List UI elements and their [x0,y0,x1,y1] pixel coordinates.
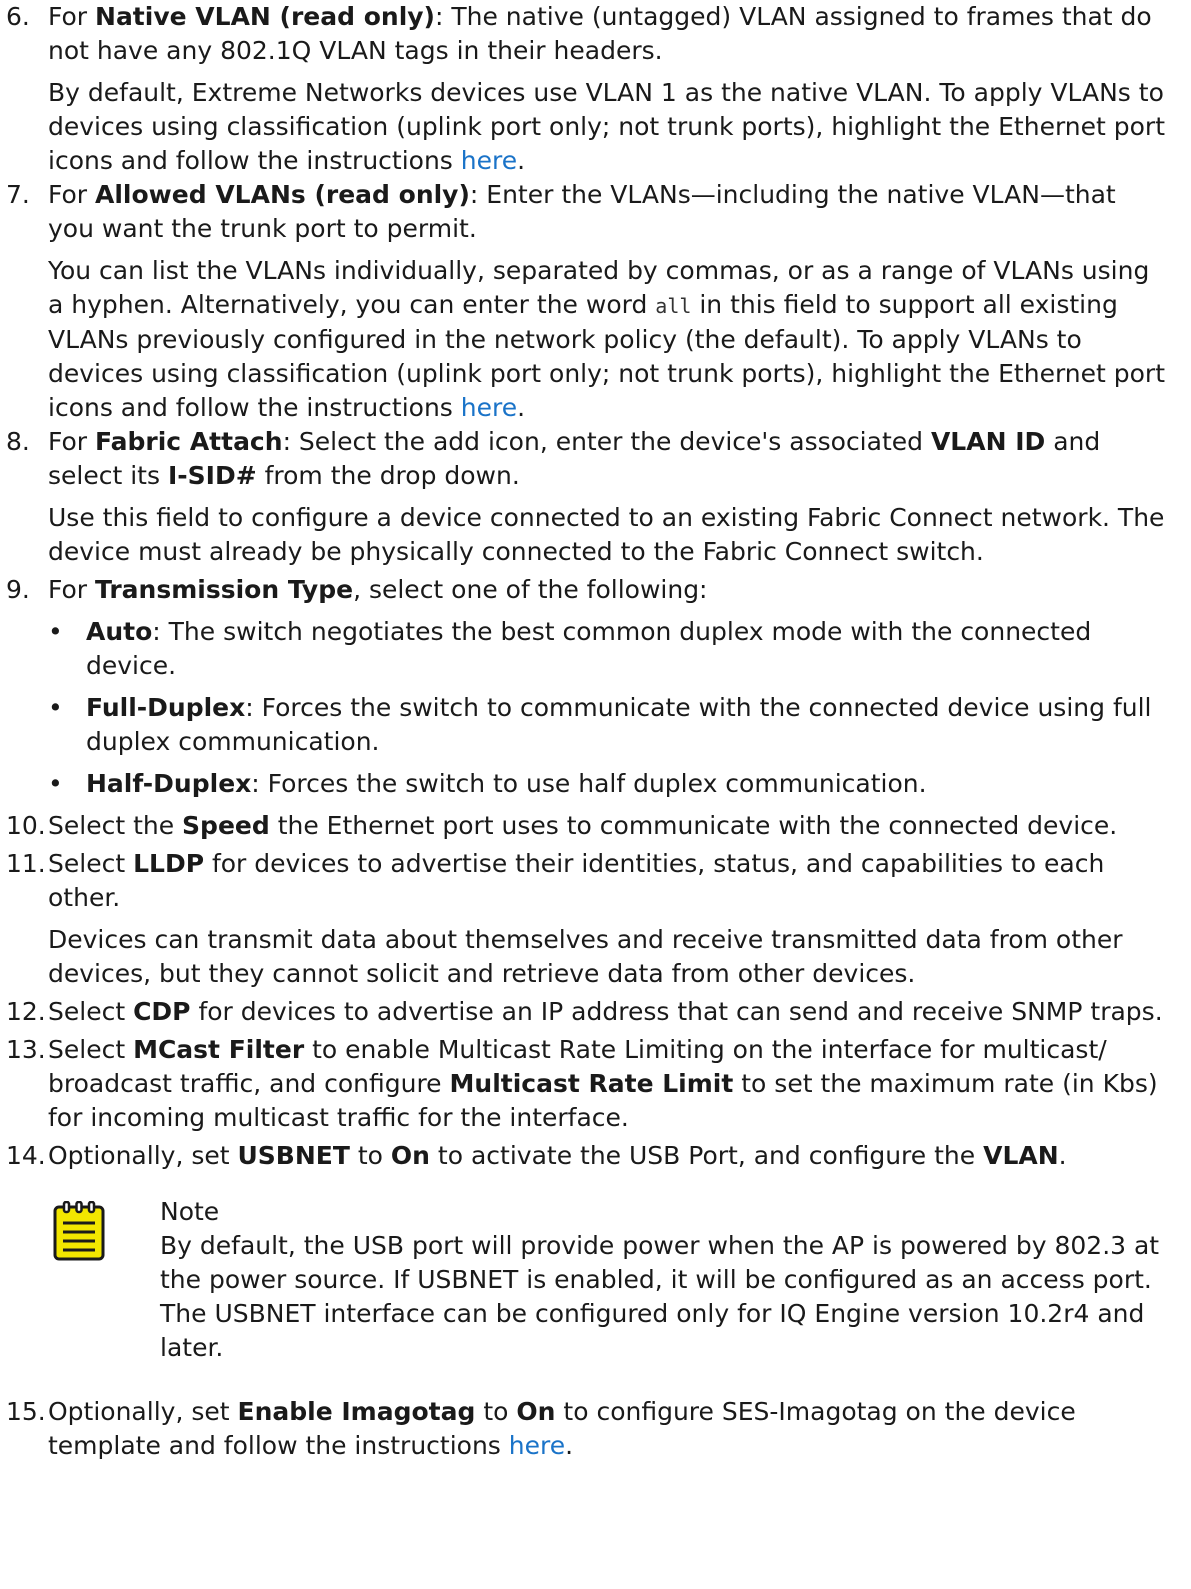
field-name: VLAN ID [930,427,1046,456]
step-text: Select MCast Filter to enable Multicast … [48,1033,1169,1135]
step-text: Select LLDP for devices to advertise the… [48,847,1169,915]
step-number: 12. [6,997,46,1026]
step-number: 13. [6,1035,46,1064]
step-number: 7. [6,180,30,209]
bullet-icon: • [48,693,63,722]
step-number: 11. [6,849,46,878]
step-text: For Fabric Attach: Select the add icon, … [48,425,1169,493]
field-name: Allowed VLANs (read only) [95,180,470,209]
text: : Forces the switch to communicate with … [86,693,1152,756]
option-name: Auto [86,617,153,646]
note-text: By default, the USB port will provide po… [160,1231,1160,1362]
step-10: 10. Select the Speed the Ethernet port u… [6,809,1169,843]
text: Select [48,849,134,878]
text: : Select the add icon, enter the device'… [282,427,931,456]
step-7: 7. For Allowed VLANs (read only): Enter … [6,178,1169,425]
step-number: 8. [6,427,30,456]
field-name: Multicast Rate Limit [449,1069,734,1098]
step-6: 6. For Native VLAN (read only): The nati… [6,0,1169,178]
steps-list: 6. For Native VLAN (read only): The nati… [6,0,1169,1463]
option-name: Half-Duplex [86,769,252,798]
step-13: 13. Select MCast Filter to enable Multic… [6,1033,1169,1135]
field-name: Fabric Attach [95,427,283,456]
text: For [48,575,96,604]
field-name: Enable Imagotag [237,1397,476,1426]
list-item: • Auto: The switch negotiates the best co… [48,615,1169,683]
text: to [475,1397,517,1426]
field-name: I-SID# [167,461,257,490]
field-name: Native VLAN (read only) [95,2,435,31]
field-name: MCast Filter [133,1035,305,1064]
step-number: 9. [6,575,30,604]
text: By default, Extreme Networks devices use… [48,78,1166,175]
step-number: 14. [6,1141,46,1170]
step-detail: By default, Extreme Networks devices use… [48,76,1169,178]
text: for devices to advertise an IP address t… [190,997,1163,1026]
step-detail: You can list the VLANs individually, sep… [48,254,1169,425]
text: : Forces the switch to use half duplex c… [251,769,927,798]
text: , select one of the following: [353,575,708,604]
here-link[interactable]: here [461,146,517,175]
step-number: 6. [6,2,30,31]
step-text: Select CDP for devices to advertise an I… [48,995,1169,1029]
text: for devices to advertise their identitie… [48,849,1105,912]
step-text: For Transmission Type, select one of the… [48,573,1169,607]
text: from the drop down. [256,461,520,490]
step-8: 8. For Fabric Attach: Select the add ico… [6,425,1169,569]
step-text: Optionally, set USBNET to On to activate… [48,1139,1169,1173]
text: Select [48,997,134,1026]
list-item: • Full-Duplex: Forces the switch to commu… [48,691,1169,759]
text: For [48,427,96,456]
step-text: Optionally, set Enable Imagotag to On to… [48,1395,1169,1463]
field-name: Speed [182,811,270,840]
text: to [349,1141,391,1170]
code-all: all [655,294,692,318]
text: For [48,2,96,31]
text: Select [48,1035,134,1064]
step-15: 15. Optionally, set Enable Imagotag to O… [6,1395,1169,1463]
field-name: On [516,1397,556,1426]
here-link[interactable]: here [461,393,517,422]
step-9: 9. For Transmission Type, select one of … [6,573,1169,801]
step-text: For Allowed VLANs (read only): Enter the… [48,178,1169,246]
step-number: 15. [6,1397,46,1426]
field-name: CDP [133,997,191,1026]
step-text: For Native VLAN (read only): The native … [48,0,1169,68]
step-12: 12. Select CDP for devices to advertise … [6,995,1169,1029]
document-page: 6. For Native VLAN (read only): The nati… [0,0,1191,1589]
text: For [48,180,96,209]
step-number: 10. [6,811,46,840]
note-title: Note [160,1197,220,1226]
text: Optionally, set [48,1397,238,1426]
text: . [517,393,526,422]
step-11: 11. Select LLDP for devices to advertise… [6,847,1169,991]
text: . [565,1431,574,1460]
bullet-icon: • [48,617,63,646]
option-list: • Auto: The switch negotiates the best co… [48,615,1169,801]
field-name: On [390,1141,430,1170]
note-pad-icon [53,1201,105,1261]
text: . [517,146,526,175]
here-link[interactable]: here [509,1431,565,1460]
text: to activate the USB Port, and configure … [429,1141,984,1170]
step-detail: Devices can transmit data about themselv… [48,925,1123,988]
field-name: VLAN [983,1141,1059,1170]
step-text: Select the Speed the Ethernet port uses … [48,809,1169,843]
field-name: Transmission Type [95,575,354,604]
field-name: LLDP [133,849,205,878]
field-name: USBNET [237,1141,350,1170]
note-callout: Note By default, the USB port will provi… [48,1195,1169,1365]
step-14: 14. Optionally, set USBNET to On to acti… [6,1139,1169,1365]
text: Optionally, set [48,1141,238,1170]
bullet-icon: • [48,769,63,798]
text: : The switch negotiates the best common … [86,617,1092,680]
option-name: Full-Duplex [86,693,246,722]
text: Select the [48,811,183,840]
text: the Ethernet port uses to communicate wi… [269,811,1118,840]
list-item: • Half-Duplex: Forces the switch to use h… [48,767,1169,801]
text: . [1058,1141,1067,1170]
step-detail: Use this field to configure a device con… [48,503,1165,566]
